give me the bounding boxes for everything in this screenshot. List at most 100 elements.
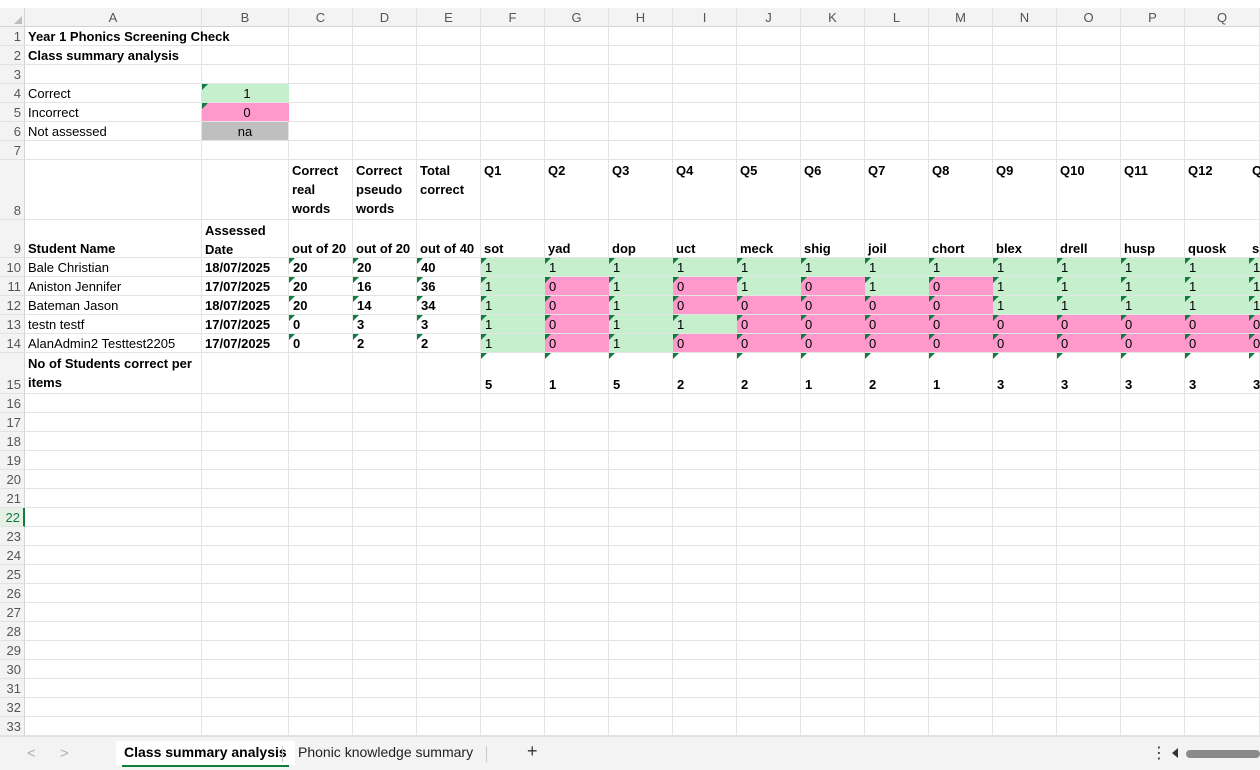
word-header-text: uct: [676, 241, 696, 256]
row-header-29[interactable]: 29: [0, 641, 25, 660]
answer-cell: 1: [1121, 258, 1185, 277]
column-header-b[interactable]: B: [202, 8, 289, 27]
column-header-o[interactable]: O: [1057, 8, 1121, 27]
answer-cell-text: 0: [805, 336, 813, 351]
column-header-j[interactable]: J: [737, 8, 801, 27]
column-header-e[interactable]: E: [417, 8, 481, 27]
answer-cell: 0: [545, 277, 609, 296]
row-header-18[interactable]: 18: [0, 432, 25, 451]
more-options-icon[interactable]: ⋮: [1151, 743, 1167, 763]
column-header-m[interactable]: M: [929, 8, 993, 27]
row-header-4[interactable]: 4: [0, 84, 25, 103]
add-sheet-icon[interactable]: +: [527, 741, 538, 762]
column-header-d[interactable]: D: [353, 8, 417, 27]
grid-cell: [481, 413, 545, 432]
row-number: 2: [13, 48, 21, 63]
row-header-6[interactable]: 6: [0, 122, 25, 141]
question-header-text: Q4: [676, 163, 694, 178]
row-header-30[interactable]: 30: [0, 660, 25, 679]
row-header-15[interactable]: 15: [0, 353, 25, 394]
row-header-3[interactable]: 3: [0, 65, 25, 84]
grid-cell: [353, 508, 417, 527]
column-header-g[interactable]: G: [545, 8, 609, 27]
row-header-24[interactable]: 24: [0, 546, 25, 565]
row-header-11[interactable]: 11: [0, 277, 25, 296]
tab-phonic-knowledge-summary[interactable]: Phonic knowledge summary: [290, 741, 481, 765]
column-header-a[interactable]: A: [25, 8, 202, 27]
column-header-c[interactable]: C: [289, 8, 353, 27]
next-sheet-icon[interactable]: >: [60, 745, 69, 762]
grid-cell: [801, 527, 865, 546]
question-header: Q7: [865, 160, 929, 220]
column-header-h[interactable]: H: [609, 8, 673, 27]
grid-cell: [545, 141, 609, 160]
measure-header-text: Total correct: [420, 163, 465, 197]
grid-cell: [417, 451, 481, 470]
row-header-31[interactable]: 31: [0, 679, 25, 698]
answer-cell-text: 1: [933, 260, 941, 275]
grid-cell: [481, 451, 545, 470]
row-header-21[interactable]: 21: [0, 489, 25, 508]
grid-cell: [1057, 489, 1121, 508]
grid-cell: [673, 46, 737, 65]
prev-sheet-icon[interactable]: <: [27, 745, 36, 762]
grid-cell: [417, 489, 481, 508]
row-header-26[interactable]: 26: [0, 584, 25, 603]
column-header-n[interactable]: N: [993, 8, 1057, 27]
grid-cell: [1249, 622, 1260, 641]
row-header-9[interactable]: 9: [0, 220, 25, 258]
scroll-left-icon[interactable]: [1172, 748, 1178, 758]
row-header-10[interactable]: 10: [0, 258, 25, 277]
row-header-7[interactable]: 7: [0, 141, 25, 160]
grid-cell: [353, 698, 417, 717]
spreadsheet-grid[interactable]: ABCDEFGHIJKLMNOPQ 1 2 3 4 5 6 7 8 9 10 11 12 13 14 15 1…: [0, 0, 1260, 736]
tab-divider: [282, 746, 283, 762]
answer-cell-text: 1: [613, 317, 621, 332]
select-all-corner[interactable]: [0, 8, 25, 27]
column-header-i[interactable]: I: [673, 8, 737, 27]
tab-class-summary-analysis[interactable]: Class summary analysis: [116, 741, 295, 767]
row-header-8[interactable]: 8: [0, 160, 25, 220]
grid-cell: [737, 546, 801, 565]
word-header-text: drell: [1060, 241, 1088, 256]
grid-cell: [929, 527, 993, 546]
row-header-13[interactable]: 13: [0, 315, 25, 334]
row-header-27[interactable]: 27: [0, 603, 25, 622]
answer-cell-text: 0: [677, 298, 685, 313]
row-header-14[interactable]: 14: [0, 334, 25, 353]
grid-cell: [801, 679, 865, 698]
row-header-5[interactable]: 5: [0, 103, 25, 122]
row-header-2[interactable]: 2: [0, 46, 25, 65]
row-header-16[interactable]: 16: [0, 394, 25, 413]
grid-cell: [993, 717, 1057, 736]
row-header-19[interactable]: 19: [0, 451, 25, 470]
answer-cell: 1: [609, 296, 673, 315]
row-header-20[interactable]: 20: [0, 470, 25, 489]
row-header-28[interactable]: 28: [0, 622, 25, 641]
grid-cell: [353, 489, 417, 508]
word-header-text: sot: [484, 241, 504, 256]
grid-cell: [609, 65, 673, 84]
row-header-25[interactable]: 25: [0, 565, 25, 584]
column-header-p[interactable]: P: [1121, 8, 1185, 27]
row-header-17[interactable]: 17: [0, 413, 25, 432]
grid-cell: [1249, 46, 1260, 65]
column-header-f[interactable]: F: [481, 8, 545, 27]
row-header-32[interactable]: 32: [0, 698, 25, 717]
row-header-22[interactable]: 22: [0, 508, 25, 527]
horizontal-scrollbar[interactable]: [1186, 750, 1260, 758]
row-header-23[interactable]: 23: [0, 527, 25, 546]
summary-count-text: 3: [1061, 377, 1069, 392]
row-number: 11: [7, 279, 22, 294]
column-header-k[interactable]: K: [801, 8, 865, 27]
grid-cell: [1121, 603, 1185, 622]
answer-cell: 1: [1057, 258, 1121, 277]
grid-cell: [801, 65, 865, 84]
column-header-partial[interactable]: [1249, 8, 1260, 27]
grid-cell: [545, 103, 609, 122]
measure-header: Total correct: [417, 160, 481, 220]
row-header-33[interactable]: 33: [0, 717, 25, 736]
column-header-l[interactable]: L: [865, 8, 929, 27]
row-header-1[interactable]: 1: [0, 27, 25, 46]
row-header-12[interactable]: 12: [0, 296, 25, 315]
